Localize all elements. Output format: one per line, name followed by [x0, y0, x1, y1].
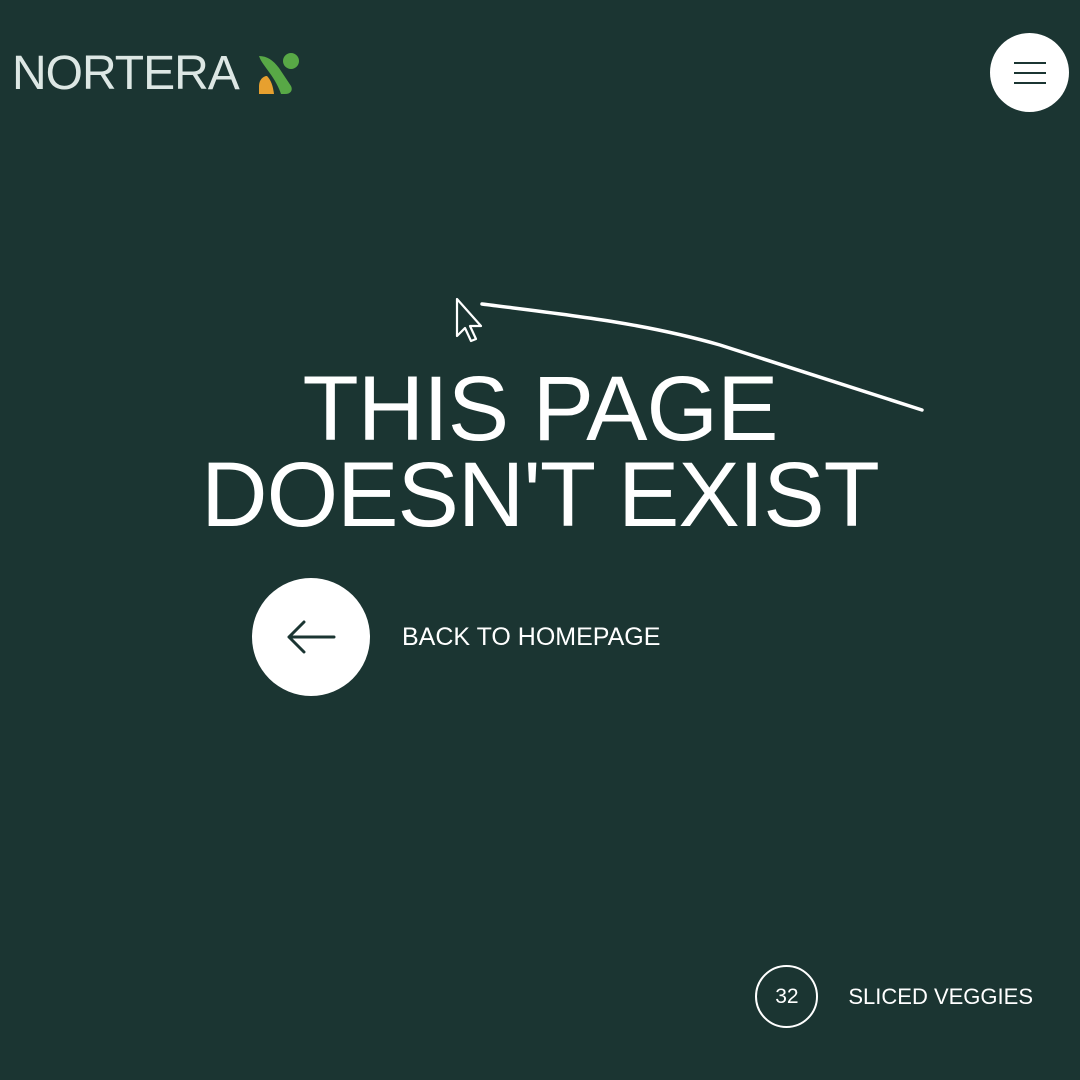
nortera-leaf-icon	[258, 53, 299, 94]
back-button[interactable]	[252, 578, 370, 696]
veggie-counter: 32 SLICED VEGGIES	[755, 965, 1033, 1028]
mouse-pointer-icon	[455, 297, 483, 343]
arrow-left-icon	[287, 620, 336, 654]
counter-label: SLICED VEGGIES	[848, 983, 1033, 1009]
nortera-logo[interactable]: NORTERA	[12, 50, 301, 98]
logo-text: NORTERA	[12, 47, 240, 100]
back-to-homepage-label[interactable]: BACK TO HOMEPAGE	[402, 623, 660, 652]
headline-line-2: DOESN'T EXIST	[201, 444, 880, 546]
counter-badge: 32	[755, 965, 819, 1028]
page-headline: THIS PAGE DOESN'T EXIST	[0, 358, 1080, 546]
hamburger-icon	[1013, 61, 1046, 84]
back-to-homepage-link[interactable]: BACK TO HOMEPAGE	[252, 578, 660, 696]
menu-button[interactable]	[990, 33, 1069, 112]
headline-line-1: THIS PAGE	[302, 358, 779, 460]
not-found-page: NORTERA THIS PAGE DOESN'T EXIST BACK TO …	[0, 0, 1080, 1080]
